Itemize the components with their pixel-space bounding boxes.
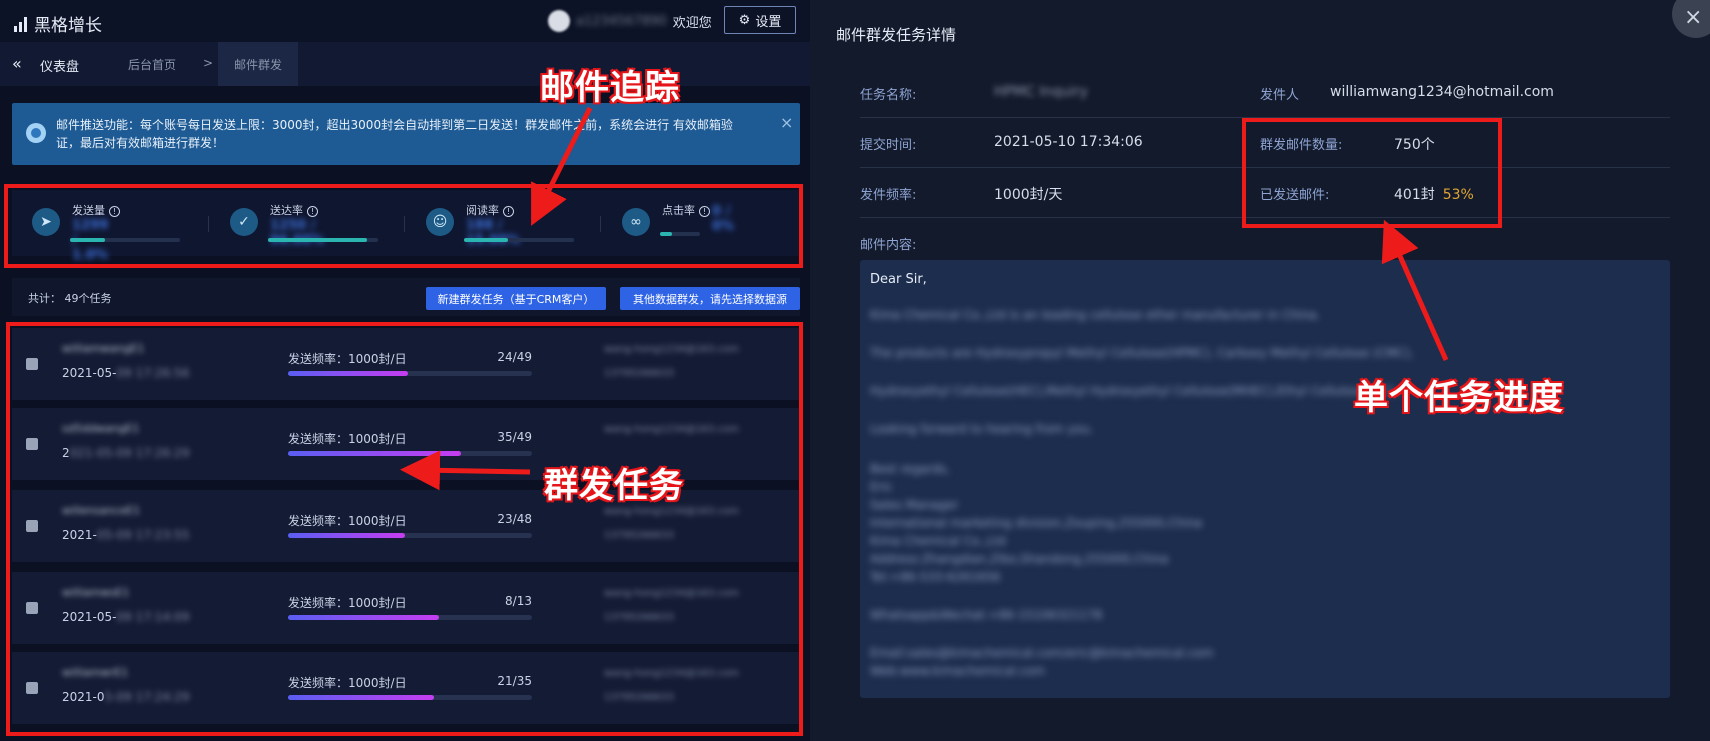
settings-label: 设置	[755, 14, 782, 30]
mail-line: Looking forward to hearing from you.	[870, 422, 1094, 436]
freq-label: 发件频率:	[860, 188, 917, 203]
bar-chart-logo-icon	[14, 16, 28, 32]
collapse-sidebar-icon[interactable]: «	[12, 54, 22, 73]
mail-greeting: Dear Sir,	[870, 272, 927, 287]
breadcrumb-separator: >	[203, 56, 214, 70]
content-label: 邮件内容:	[860, 238, 917, 253]
mail-line: International marketing division,Zouping…	[870, 516, 1203, 530]
user-name: a1234567890	[576, 13, 667, 29]
mail-line: Tel:+86-533-6261656	[870, 570, 1001, 584]
submit-time-label: 提交时间:	[860, 138, 917, 153]
top-bar: 黑格增长 a1234567890 欢迎您 ⚙ 设置	[0, 0, 810, 42]
screen-root: 黑格增长 a1234567890 欢迎您 ⚙ 设置 « 仪表盘 后台首页 > 邮…	[0, 0, 1710, 741]
mail-line: Sales Manager	[870, 498, 959, 512]
task-name-label: 任务名称:	[860, 88, 917, 103]
annotation-single-progress: 单个任务进度	[1353, 377, 1564, 419]
freq-value: 1000封/天	[994, 187, 1063, 203]
settings-button[interactable]: ⚙ 设置	[724, 6, 796, 34]
mail-line: Hydroxyethyl Cellulose(HEC),Methyl Hydro…	[870, 384, 1406, 398]
annotation-box-tracking	[4, 184, 803, 268]
notice-text: 邮件推送功能：每个账号每日发送上限：3000封，超出3000封会自动排到第二日发…	[56, 118, 733, 150]
annotation-box-progress	[1242, 118, 1502, 228]
notice-banner: 邮件推送功能：每个账号每日发送上限：3000封，超出3000封会自动排到第二日发…	[12, 103, 800, 165]
tab-home-label: 后台首页	[128, 57, 177, 72]
info-icon	[26, 123, 46, 143]
close-icon[interactable]: ×	[780, 113, 793, 132]
task-detail-panel: 邮件群发任务详情 × 任务名称: HPMC Inquiry 发件人 willia…	[810, 0, 1710, 741]
mail-line: Whatsapp&Wechat:+86-15106321178	[870, 608, 1103, 622]
new-crm-task-button[interactable]: 新建群发任务（基于CRM客户）	[426, 287, 606, 310]
app-logo[interactable]: 黑格增长	[14, 11, 102, 36]
sender-value: williamwang1234@hotmail.com	[1330, 84, 1554, 100]
nav-dashboard[interactable]: 仪表盘	[40, 56, 79, 75]
tab-mail-mass[interactable]: 邮件群发	[218, 42, 299, 86]
close-icon[interactable]: ×	[1672, 0, 1710, 38]
avatar[interactable]	[548, 10, 570, 32]
mail-line: Web:www.kimachemical.com	[870, 664, 1046, 678]
mail-line: Eric	[870, 480, 893, 494]
mail-line: Address:Zhangdian,Zibo,Shandong,255000,C…	[870, 552, 1169, 566]
task-name-value: HPMC Inquiry	[994, 84, 1088, 100]
annotation-box-tasks	[6, 322, 803, 736]
annotation-mail-tracking: 邮件追踪	[539, 67, 680, 109]
mail-line: Best regards,	[870, 462, 950, 476]
other-data-source-button[interactable]: 其他数据群发，请先选择数据源	[620, 287, 800, 310]
mail-line: The products are Hydroxypropyl Methyl Ce…	[870, 346, 1414, 360]
submit-time-value: 2021-05-10 17:34:06	[994, 134, 1143, 150]
gear-icon: ⚙	[738, 12, 751, 28]
welcome-text: 欢迎您	[672, 15, 712, 31]
task-count: 共计： 49个任务	[28, 292, 112, 305]
task-toolbar: 共计： 49个任务 新建群发任务（基于CRM客户） 其他数据群发，请先选择数据源	[12, 278, 800, 316]
tab-mail-mass-label: 邮件群发	[234, 57, 283, 72]
sender-label: 发件人	[1260, 88, 1300, 103]
mail-line: Email:sales@kimachemical.com/eric@kimach…	[870, 646, 1214, 660]
mail-line: Kima Chemical Co.,Ltd	[870, 534, 1006, 548]
mail-content: Dear Sir, Kima Chemical Co.,Ltd is an le…	[860, 260, 1670, 698]
logo-text: 黑格增长	[34, 16, 102, 36]
mail-line: Kima Chemical Co.,Ltd is an leading cell…	[870, 308, 1321, 322]
annotation-mass-task: 群发任务	[543, 465, 684, 507]
user-info[interactable]: a1234567890 欢迎您	[548, 10, 712, 32]
tab-home[interactable]: 后台首页	[112, 42, 192, 86]
nav-bar: « 仪表盘 后台首页 > 邮件群发	[0, 42, 810, 86]
detail-title: 邮件群发任务详情	[836, 26, 957, 44]
